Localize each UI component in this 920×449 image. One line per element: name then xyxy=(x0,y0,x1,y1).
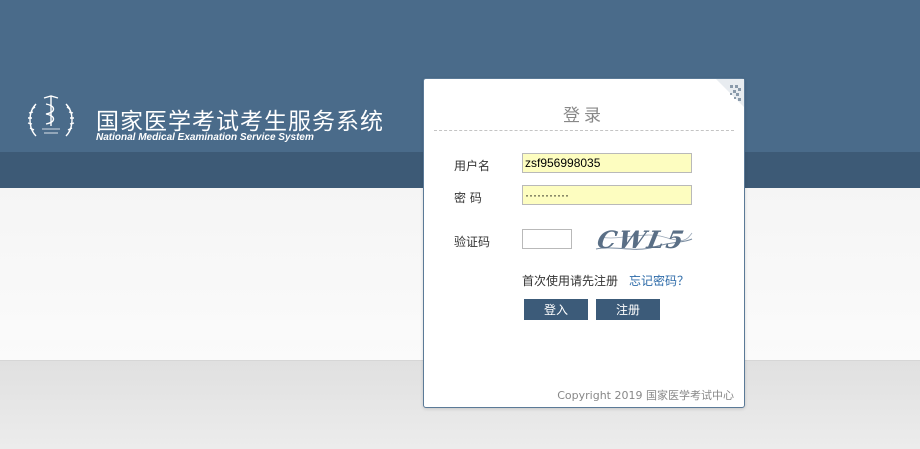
first-use-register-link[interactable]: 首次使用请先注册 xyxy=(522,272,618,289)
login-panel: 登录 用户名 密 码 验证码 CWL5 首次使用请先注册 忘记密码？ 登入 注册… xyxy=(423,78,745,408)
title-divider xyxy=(434,130,734,131)
password-input[interactable] xyxy=(522,185,692,205)
register-button[interactable]: 注册 xyxy=(596,299,660,320)
captcha-input[interactable] xyxy=(522,229,572,249)
password-label: 密 码 xyxy=(454,191,482,205)
username-input[interactable] xyxy=(522,153,692,173)
captcha-label: 验证码 xyxy=(454,235,491,249)
medical-emblem-icon xyxy=(27,95,75,137)
system-title: 国家医学考试考生服务系统 xyxy=(96,109,384,135)
captcha-image[interactable]: CWL5 xyxy=(594,219,694,257)
username-label: 用户名 xyxy=(454,159,491,173)
copyright-text: Copyright 2019 国家医学考试中心 xyxy=(557,389,734,402)
captcha-text: CWL5 xyxy=(595,225,689,254)
forgot-password-link[interactable]: 忘记密码？ xyxy=(629,272,689,289)
login-button[interactable]: 登入 xyxy=(524,299,588,320)
login-title: 登录 xyxy=(563,106,605,126)
system-subtitle: National Medical Examination Service Sys… xyxy=(96,132,314,143)
